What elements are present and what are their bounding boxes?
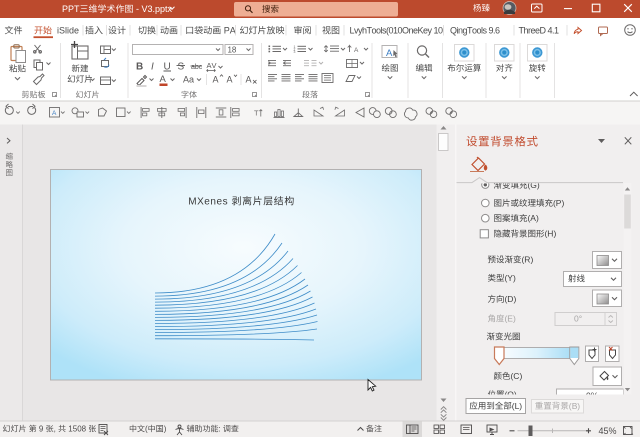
svg-text:(P): (P) (553, 198, 565, 208)
svg-text:A: A (213, 75, 219, 85)
svg-text:A: A (160, 74, 167, 85)
svg-text:(E): (E) (505, 314, 517, 324)
svg-text:(Y): (Y) (505, 273, 517, 283)
svg-text:45%: 45% (599, 426, 617, 436)
svg-text:(H): (H) (545, 229, 557, 239)
svg-text:A: A (386, 48, 393, 59)
svg-text:OneKey: OneKey (402, 26, 433, 36)
svg-text:S: S (178, 62, 185, 73)
svg-text:4.1: 4.1 (548, 26, 560, 36)
svg-text:abc: abc (191, 64, 203, 71)
svg-text:(C): (C) (511, 371, 523, 381)
svg-text:AV: AV (207, 61, 217, 70)
svg-text:ThreeD: ThreeD (519, 26, 547, 36)
svg-text:V3.pptx: V3.pptx (142, 4, 173, 14)
svg-text:QingTools: QingTools (450, 26, 488, 36)
svg-text:A: A (246, 75, 252, 85)
svg-text:0°: 0° (574, 314, 582, 324)
svg-text:-: - (136, 4, 139, 14)
svg-text:,: , (54, 425, 56, 434)
svg-text:A: A (227, 75, 233, 85)
svg-text:A: A (52, 110, 57, 117)
svg-text:(D): (D) (505, 294, 517, 304)
svg-text:(R): (R) (522, 255, 534, 265)
svg-text:A: A (354, 47, 359, 54)
svg-text:iSlide: iSlide (57, 26, 79, 36)
svg-text:Aa: Aa (183, 75, 194, 85)
svg-text:(L): (L) (512, 401, 523, 411)
svg-text:9: 9 (39, 425, 44, 434)
svg-text:1508: 1508 (68, 425, 86, 434)
svg-text:(: ( (145, 425, 148, 434)
svg-text::: : (219, 425, 221, 434)
svg-text:3: 3 (294, 50, 296, 54)
svg-text:): ) (164, 425, 167, 434)
svg-text:18: 18 (228, 45, 237, 54)
svg-text:B: B (136, 62, 143, 73)
svg-text:9.6: 9.6 (489, 26, 501, 36)
svg-text:I: I (151, 62, 154, 73)
svg-text:LvyhTools(010: LvyhTools(010 (350, 26, 403, 36)
svg-text:(B): (B) (569, 401, 581, 411)
svg-text:T: T (254, 109, 259, 118)
svg-text:10: 10 (434, 26, 444, 36)
svg-text:MXenes: MXenes (188, 197, 227, 208)
svg-text:(A): (A) (528, 213, 540, 223)
svg-text:PA: PA (224, 26, 236, 36)
svg-text:PPT: PPT (62, 4, 80, 14)
